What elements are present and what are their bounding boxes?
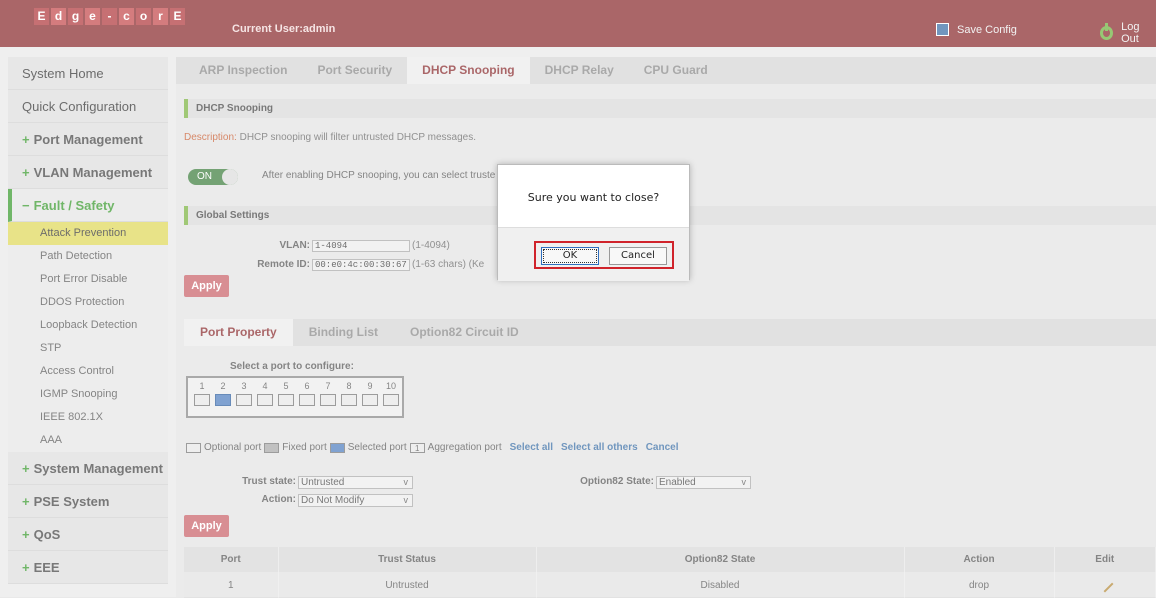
dialog-buttons-highlight: OK Cancel [534, 241, 674, 269]
ok-button[interactable]: OK [541, 247, 599, 265]
dialog-button-area: OK Cancel [498, 227, 689, 281]
modal-overlay [0, 0, 1156, 597]
dialog-message: Sure you want to close? [527, 191, 660, 204]
confirm-dialog: Sure you want to close? OK Cancel [497, 164, 690, 281]
cancel-button[interactable]: Cancel [609, 247, 667, 265]
